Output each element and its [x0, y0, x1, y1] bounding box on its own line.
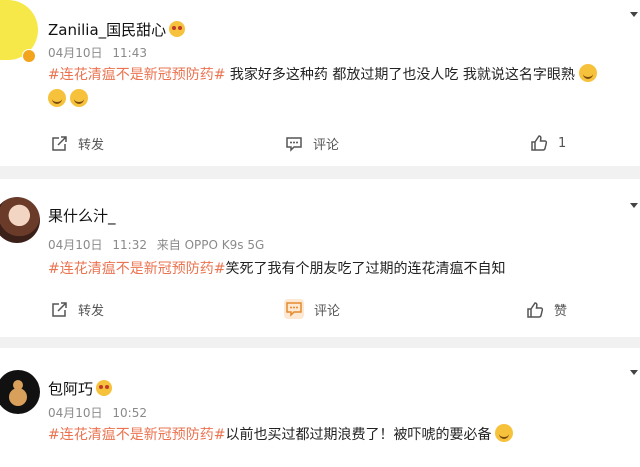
comment-icon-highlight [284, 299, 304, 319]
post-time: 11:32 [112, 238, 147, 252]
post-text: 以前也买过都过期浪费了！被吓唬的要必备 [225, 427, 492, 443]
post-meta: 04月10日 10:52 [48, 404, 147, 421]
post-body: #连花清瘟不是新冠预防药#以前也买过都过期浪费了！被吓唬的要必备 [48, 423, 632, 448]
repost-icon [52, 135, 67, 151]
repost-icon [52, 301, 67, 317]
verified-badge-icon [22, 49, 36, 63]
like-count: 1 [558, 135, 567, 151]
avatar[interactable] [0, 197, 40, 243]
heart-eyes-emoji-icon [96, 380, 113, 396]
username-text[interactable]: Zanilia_国民甜心 [48, 21, 166, 39]
post-meta: 04月10日 11:32 来自 OPPO K9s 5G [48, 236, 264, 253]
laughing-emoji-icon [70, 89, 88, 107]
repost-button[interactable]: 转发 [50, 134, 104, 153]
thumbs-up-icon [527, 301, 544, 318]
comment-label: 评论 [313, 138, 340, 153]
like-button[interactable]: 1 [530, 134, 566, 152]
username-text[interactable]: 包阿巧 [48, 380, 93, 398]
post-date: 04月10日 [48, 406, 103, 420]
username-text[interactable]: 果什么汁_ [48, 207, 116, 225]
avatar[interactable] [0, 370, 40, 414]
repost-label: 转发 [78, 138, 105, 153]
repost-label: 转发 [78, 304, 105, 319]
chevron-down-icon[interactable] [630, 203, 638, 208]
post-meta: 04月10日 11:43 [48, 44, 147, 61]
chevron-down-icon[interactable] [630, 12, 638, 17]
chevron-down-icon[interactable] [630, 370, 638, 375]
post-source: 来自 OPPO K9s 5G [156, 238, 265, 252]
username[interactable]: 包阿巧 [48, 378, 113, 399]
username[interactable]: 果什么汁_ [48, 205, 116, 226]
post-text: 笑死了我有个朋友吃了过期的连花清瘟不自知 [225, 261, 506, 277]
heart-eyes-emoji-icon [169, 21, 186, 37]
post-time: 11:43 [112, 46, 147, 60]
laughing-emoji-icon [578, 64, 597, 82]
comment-button[interactable]: 评论 [285, 134, 339, 153]
crying-emoji-icon [495, 424, 514, 442]
post-text: 我家好多这种药 都放过期了也没人吃 我就说这名字眼熟 [225, 67, 575, 83]
like-label: 赞 [554, 304, 568, 319]
hashtag-link[interactable]: #连花清瘟不是新冠预防药# [48, 427, 225, 443]
post-body: #连花清瘟不是新冠预防药# 我家好多这种药 都放过期了也没人吃 我就说这名字眼熟 [48, 63, 632, 113]
laughing-emoji-icon [48, 89, 66, 107]
comment-button[interactable]: 评论 [284, 299, 340, 319]
hashtag-link[interactable]: #连花清瘟不是新冠预防药# [48, 67, 225, 83]
comment-label: 评论 [314, 303, 341, 319]
post-card: 包阿巧 04月10日 10:52 #连花清瘟不是新冠预防药#以前也买过都过期浪费… [0, 348, 640, 467]
comment-icon [286, 302, 302, 317]
post-card: 果什么汁_ 04月10日 11:32 来自 OPPO K9s 5G #连花清瘟不… [0, 179, 640, 337]
username[interactable]: Zanilia_国民甜心 [48, 19, 186, 40]
repost-button[interactable]: 转发 [50, 300, 104, 319]
post-date: 04月10日 [48, 238, 103, 252]
hashtag-link[interactable]: #连花清瘟不是新冠预防药# [48, 261, 225, 277]
post-time: 10:52 [112, 406, 147, 420]
like-button[interactable]: 赞 [526, 300, 567, 319]
post-date: 04月10日 [48, 46, 103, 60]
comment-icon [286, 136, 302, 152]
post-body: #连花清瘟不是新冠预防药#笑死了我有个朋友吃了过期的连花清瘟不自知 [48, 257, 632, 282]
gourd-icon-body [9, 388, 27, 406]
thumbs-up-icon [531, 135, 548, 151]
post-card: Zanilia_国民甜心 04月10日 11:43 #连花清瘟不是新冠预防药# … [0, 0, 640, 166]
